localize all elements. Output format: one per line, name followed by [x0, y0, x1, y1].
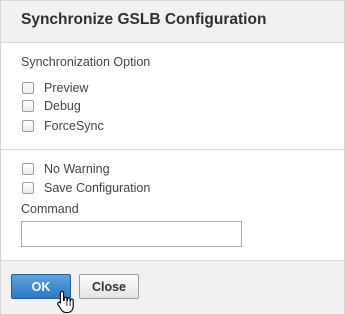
preview-label[interactable]: Preview: [44, 81, 88, 95]
preview-checkbox[interactable]: [22, 82, 34, 94]
sync-gslb-dialog: Synchronize GSLB Configuration Synchroni…: [0, 0, 345, 314]
forcesync-checkbox-row[interactable]: ForceSync: [22, 118, 104, 134]
close-button[interactable]: Close: [79, 274, 139, 299]
save-configuration-checkbox-row[interactable]: Save Configuration: [22, 180, 150, 196]
no-warning-checkbox[interactable]: [22, 163, 34, 175]
debug-checkbox[interactable]: [22, 100, 34, 112]
ok-button[interactable]: OK: [11, 274, 71, 299]
forcesync-checkbox[interactable]: [22, 120, 34, 132]
save-configuration-checkbox[interactable]: [22, 182, 34, 194]
save-configuration-label[interactable]: Save Configuration: [44, 181, 150, 195]
command-label: Command: [21, 202, 79, 216]
preview-checkbox-row[interactable]: Preview: [22, 80, 88, 96]
dialog-title: Synchronize GSLB Configuration: [21, 11, 267, 28]
forcesync-label[interactable]: ForceSync: [44, 119, 104, 133]
no-warning-label[interactable]: No Warning: [44, 162, 110, 176]
no-warning-checkbox-row[interactable]: No Warning: [22, 161, 110, 177]
dialog-header: Synchronize GSLB Configuration: [1, 1, 344, 43]
debug-label[interactable]: Debug: [44, 99, 81, 113]
sync-option-label: Synchronization Option: [21, 55, 151, 69]
section-divider: [1, 149, 344, 150]
debug-checkbox-row[interactable]: Debug: [22, 98, 81, 114]
command-input[interactable]: [21, 221, 242, 247]
